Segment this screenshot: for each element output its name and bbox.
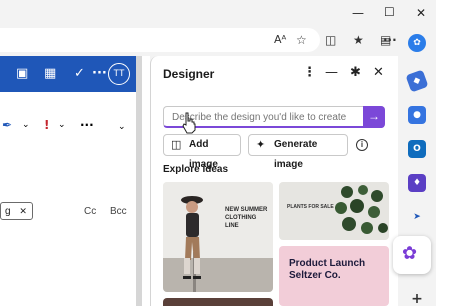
design-prompt-input[interactable] bbox=[172, 109, 362, 125]
address-bar[interactable] bbox=[0, 28, 320, 52]
checklist-icon[interactable]: ✓ bbox=[74, 66, 85, 81]
sparkle-icon: ✦ bbox=[256, 138, 266, 151]
model-photo bbox=[163, 182, 273, 292]
chevron-down-icon[interactable]: ⌄ bbox=[118, 122, 126, 132]
idea-card[interactable] bbox=[163, 298, 273, 306]
remove-recipient-icon[interactable]: ✕ bbox=[19, 206, 27, 216]
pen-icon[interactable]: ✒ bbox=[2, 118, 12, 132]
screen: — ☐ ✕ Aᴬ ☆ ◫ ★ ▤ ··· ▣ ▦ ✓ ··· TT ✒ ⌄ ! … bbox=[0, 0, 451, 306]
read-aloud-icon[interactable]: Aᴬ bbox=[274, 33, 286, 46]
favorites-bar-icon[interactable]: ★ bbox=[353, 33, 364, 47]
copilot-shape-icon[interactable]: ● bbox=[408, 106, 426, 124]
add-image-icon: ◫ bbox=[171, 138, 182, 151]
format-toolbar: ✒ ⌄ ! ⌄ ··· ⌄ bbox=[0, 118, 140, 142]
send-icon[interactable]: ➤ bbox=[408, 208, 426, 226]
chevron-down-icon[interactable]: ⌄ bbox=[58, 120, 66, 130]
mouse-cursor-icon bbox=[182, 112, 196, 134]
games-icon[interactable]: ♦ bbox=[408, 174, 426, 192]
browser-toolbar: Aᴬ ☆ ◫ ★ ▤ bbox=[0, 28, 400, 54]
pane-splitter[interactable] bbox=[136, 56, 142, 306]
highlight-icon[interactable]: ! bbox=[44, 118, 49, 132]
pin-icon[interactable]: ✱ bbox=[350, 65, 361, 80]
generate-image-button[interactable]: ✦ Generate image bbox=[248, 134, 348, 170]
app-ribbon: ▣ ▦ ✓ ··· TT bbox=[0, 56, 140, 92]
favorite-icon[interactable]: ☆ bbox=[296, 33, 307, 47]
submit-arrow-icon[interactable]: → bbox=[363, 106, 385, 128]
more-icon[interactable]: ··· bbox=[383, 33, 397, 47]
cc-button[interactable]: Cc bbox=[84, 206, 96, 217]
maximize-icon[interactable]: ☐ bbox=[384, 5, 395, 19]
desktop-edge bbox=[436, 0, 451, 306]
add-icon[interactable]: + bbox=[408, 290, 426, 306]
pane-title: Designer bbox=[163, 67, 215, 81]
add-image-button[interactable]: ◫ Add image bbox=[163, 134, 241, 170]
copilot-icon[interactable]: ✿ bbox=[408, 34, 426, 52]
format-more-icon[interactable]: ··· bbox=[80, 118, 94, 132]
pane-more-icon[interactable]: ⋮ bbox=[303, 65, 316, 80]
split-screen-icon[interactable]: ◫ bbox=[325, 33, 336, 47]
info-icon[interactable]: i bbox=[356, 139, 368, 151]
chevron-down-icon[interactable]: ⌄ bbox=[22, 120, 30, 130]
idea-card-plants[interactable]: PLANTS FOR SALE bbox=[279, 182, 389, 240]
pane-close-icon[interactable]: ✕ bbox=[373, 65, 384, 80]
avatar[interactable]: TT bbox=[108, 63, 130, 85]
plants-photo bbox=[335, 185, 388, 234]
email-compose-app: ▣ ▦ ✓ ··· TT ✒ ⌄ ! ⌄ ··· ⌄ g ✕ Cc Bcc bbox=[0, 56, 150, 306]
window-icon[interactable]: ▣ bbox=[16, 66, 28, 81]
generate-image-label: Generate image bbox=[274, 139, 318, 170]
close-icon[interactable]: ✕ bbox=[416, 6, 426, 20]
recipient-chip[interactable]: g ✕ bbox=[0, 202, 33, 220]
app-more-button[interactable]: ··· bbox=[92, 66, 107, 81]
tag-icon[interactable]: ◆ bbox=[405, 69, 429, 93]
table-icon[interactable]: ▦ bbox=[44, 66, 56, 81]
outlook-icon[interactable]: O bbox=[408, 140, 426, 158]
designer-pane: Designer ⋮ — ✱ ✕ → ◫ Add image ✦ Generat… bbox=[150, 56, 398, 306]
idea-card-clothing[interactable]: NEW SUMMER CLOTHING LINE bbox=[163, 182, 273, 292]
recipient-chip-label: g bbox=[5, 206, 11, 217]
pane-minimize-icon[interactable]: — bbox=[325, 65, 338, 80]
designer-icon[interactable]: ✿ bbox=[393, 236, 431, 274]
minimize-icon[interactable]: — bbox=[352, 6, 364, 20]
card-heading: Product Launch Seltzer Co. bbox=[289, 258, 366, 281]
card-heading: NEW SUMMER CLOTHING LINE bbox=[225, 207, 268, 229]
idea-card-product-launch[interactable]: Product Launch Seltzer Co. bbox=[279, 246, 389, 306]
window-title-bar: — ☐ ✕ bbox=[0, 0, 451, 28]
explore-ideas-heading: Explore ideas bbox=[163, 164, 229, 175]
bcc-button[interactable]: Bcc bbox=[110, 206, 127, 217]
